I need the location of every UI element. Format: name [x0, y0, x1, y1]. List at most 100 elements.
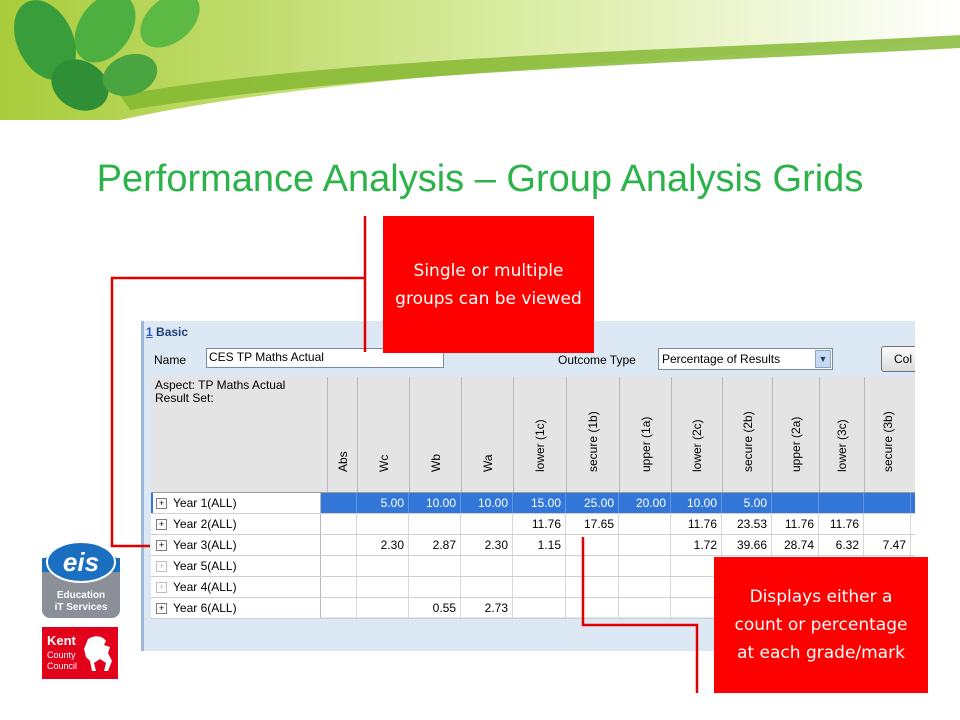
grid-cell[interactable]: 5.00	[357, 493, 409, 513]
grid-cell[interactable]	[772, 493, 819, 513]
grid-cell[interactable]: 11.76	[772, 514, 819, 534]
column-header-label: secure (3b)	[881, 411, 895, 472]
column-header-label: lower (2c)	[690, 419, 704, 472]
grid-cell[interactable]: 10.00	[409, 493, 461, 513]
grid-cell[interactable]: 1.72	[671, 535, 722, 555]
grid-cell[interactable]	[619, 556, 671, 576]
table-row[interactable]: + Year 3(ALL) 2.30 2.87 2.30 1.15 1.72 39.66 28.…	[151, 535, 915, 556]
grid-cell[interactable]	[357, 598, 409, 618]
section-title: Basic	[156, 325, 189, 339]
table-row[interactable]: + Year 1(ALL) 5.00 10.00 10.00 15.00 25.00 20.0…	[151, 493, 915, 514]
column-header[interactable]: Wa	[461, 377, 513, 492]
grid-cell[interactable]	[566, 598, 619, 618]
group-label: Year 3(ALL)	[173, 538, 237, 552]
grid-cell[interactable]	[327, 514, 357, 534]
grid-cell[interactable]: 23.53	[722, 514, 772, 534]
grid-cell[interactable]	[461, 556, 513, 576]
chevron-down-icon[interactable]: ▼	[815, 350, 831, 368]
grid-cell[interactable]	[819, 493, 864, 513]
grid-cell[interactable]	[409, 556, 461, 576]
grid-cell[interactable]	[619, 577, 671, 597]
grid-cell[interactable]: 7.47	[864, 535, 911, 555]
expand-plus-icon[interactable]: +	[156, 561, 167, 573]
column-header[interactable]: secure (3b)	[864, 377, 911, 492]
outcome-type-value: Percentage of Results	[662, 352, 781, 366]
grid-cell[interactable]: 11.76	[671, 514, 722, 534]
column-header[interactable]: lower (2c)	[671, 377, 722, 492]
grid-cell[interactable]: 11.76	[513, 514, 566, 534]
grid-cell[interactable]	[327, 556, 357, 576]
grid-cell[interactable]: 10.00	[461, 493, 513, 513]
grid-cell[interactable]	[566, 577, 619, 597]
grid-cell[interactable]: 10.00	[671, 493, 722, 513]
grid-cell[interactable]	[513, 598, 566, 618]
grid-cell[interactable]	[619, 514, 671, 534]
column-header-label: Wa	[480, 454, 495, 472]
grid-cell[interactable]: 2.30	[357, 535, 409, 555]
grid-cell[interactable]: 20.00	[619, 493, 671, 513]
grid-cell[interactable]: 2.30	[461, 535, 513, 555]
grid-cell[interactable]	[864, 493, 911, 513]
grid-cell[interactable]	[566, 556, 619, 576]
grid-cell[interactable]	[327, 535, 357, 555]
grid-cell[interactable]	[461, 514, 513, 534]
column-header-label: secure (2b)	[740, 411, 755, 472]
eis-logo-line2: iT Services	[55, 602, 108, 613]
grid-cell[interactable]	[357, 514, 409, 534]
grid-cell[interactable]: 25.00	[566, 493, 619, 513]
grid-cell[interactable]	[357, 577, 409, 597]
grid-cell[interactable]	[409, 577, 461, 597]
grid-cell[interactable]	[513, 577, 566, 597]
table-row[interactable]: + Year 2(ALL) 11.76 17.65 11.76 23.53 11.76 11.…	[151, 514, 915, 535]
column-header[interactable]: upper (1a)	[619, 377, 671, 492]
column-header-label: upper (2a)	[789, 416, 803, 472]
expand-plus-icon[interactable]: +	[156, 582, 167, 594]
expand-plus-icon[interactable]: +	[156, 540, 167, 552]
kent-logo-line3: Council	[47, 661, 77, 671]
section-header[interactable]: 1 Basic	[146, 325, 188, 339]
grid-cell[interactable]: 0.55	[409, 598, 461, 618]
group-label: Year 4(ALL)	[173, 580, 237, 594]
group-cell: + Year 1(ALL)	[153, 493, 321, 513]
grid-cell[interactable]	[327, 598, 357, 618]
grid-cell[interactable]	[619, 598, 671, 618]
grid-cell[interactable]	[619, 535, 671, 555]
grid-cell[interactable]	[864, 514, 911, 534]
group-cell: + Year 3(ALL)	[153, 535, 321, 555]
eis-logo-line1: Education	[57, 590, 105, 601]
column-header[interactable]: lower (1c)	[513, 377, 566, 492]
grid-cell[interactable]: 28.74	[772, 535, 819, 555]
column-header[interactable]: lower (3c)	[819, 377, 864, 492]
grid-cell[interactable]: 6.32	[819, 535, 864, 555]
column-header-label: Abs	[335, 451, 350, 472]
column-header[interactable]: Abs	[327, 377, 357, 492]
grid-cell[interactable]: 2.87	[409, 535, 461, 555]
grid-cell[interactable]: 1.15	[513, 535, 566, 555]
grid-cell[interactable]	[357, 556, 409, 576]
column-header[interactable]: Wb	[409, 377, 461, 492]
grid-cell[interactable]: 39.66	[722, 535, 772, 555]
grid-cell[interactable]: 2.73	[461, 598, 513, 618]
column-header[interactable]: Wc	[357, 377, 409, 492]
grid-cell[interactable]	[566, 535, 619, 555]
grid-cell[interactable]: 15.00	[513, 493, 566, 513]
expand-plus-icon[interactable]: +	[156, 519, 167, 531]
grid-cell[interactable]	[409, 514, 461, 534]
section-number: 1	[146, 325, 153, 339]
expand-plus-icon[interactable]: +	[156, 498, 167, 510]
column-header[interactable]: upper (2a)	[772, 377, 819, 492]
grid-cell[interactable]	[327, 577, 357, 597]
column-header-label: lower (1c)	[533, 419, 547, 472]
grid-cell[interactable]: 17.65	[566, 514, 619, 534]
grid-cell[interactable]	[327, 493, 357, 513]
group-label: Year 1(ALL)	[173, 496, 237, 510]
grid-cell[interactable]: 11.76	[819, 514, 864, 534]
col-button[interactable]: Col	[881, 346, 915, 372]
grid-cell[interactable]: 5.00	[722, 493, 772, 513]
column-header[interactable]: secure (2b)	[722, 377, 772, 492]
outcome-type-select[interactable]: Percentage of Results ▼	[658, 348, 833, 370]
expand-plus-icon[interactable]: +	[156, 603, 167, 615]
column-header[interactable]: secure (1b)	[566, 377, 619, 492]
grid-cell[interactable]	[461, 577, 513, 597]
grid-cell[interactable]	[513, 556, 566, 576]
